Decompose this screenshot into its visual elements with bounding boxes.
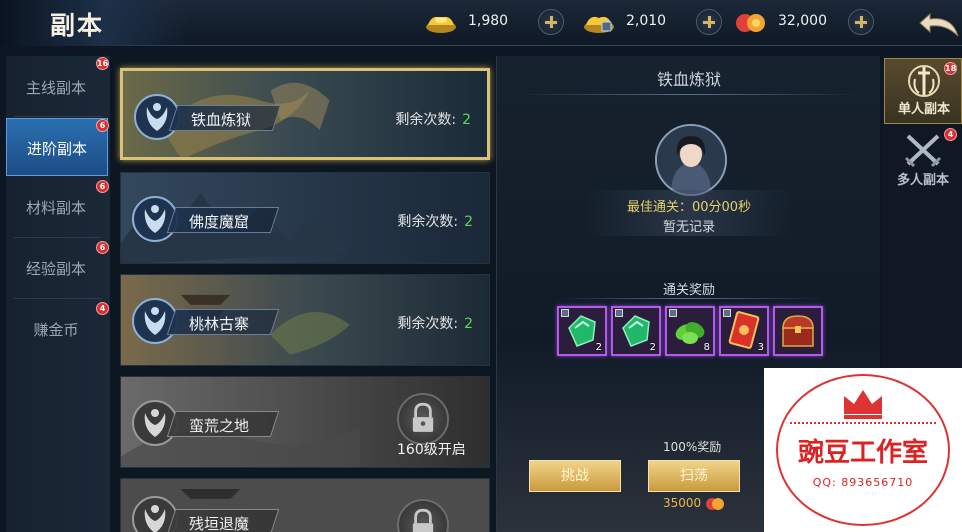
- dungeon-name: 佛度魔窟: [189, 213, 250, 231]
- tab-label: 多人副本: [896, 173, 949, 188]
- remaining-attempts: 剩余次数: 2: [395, 109, 471, 129]
- dungeon-card-locked[interactable]: 残垣退魔: [120, 478, 490, 532]
- remaining-label: 剩余次数:: [395, 112, 457, 128]
- reward-count: 3: [757, 342, 764, 353]
- nav-badge: 6: [96, 180, 109, 193]
- dungeon-card[interactable]: 铁血炼狱 剩余次数: 2: [120, 68, 490, 160]
- nav-label: 主线副本: [25, 79, 86, 97]
- reward-item-slot[interactable]: [773, 306, 823, 356]
- remaining-count: 2: [462, 112, 471, 128]
- bonus-text: 100%奖励: [663, 440, 722, 454]
- nav-label: 赚金币: [33, 321, 79, 339]
- bound-tag-icon: [723, 309, 731, 317]
- reward-item-slot[interactable]: 2: [557, 306, 607, 356]
- remaining-label: 剩余次数:: [397, 214, 459, 230]
- reward-title: 通关奖励: [662, 283, 715, 298]
- nav-divider: [14, 298, 102, 299]
- currency-coins: 32,000: [734, 6, 882, 38]
- coin-bag-icon: [736, 14, 765, 32]
- dungeon-name: 桃林古寨: [189, 315, 250, 333]
- page-title: 副本: [50, 11, 105, 40]
- currency-bound-gold: 2,010: [582, 6, 734, 38]
- dungeon-card[interactable]: 桃林古寨 剩余次数: 2: [120, 274, 490, 366]
- reward-item-slot[interactable]: 8: [665, 306, 715, 356]
- reward-item-slot[interactable]: 2: [611, 306, 661, 356]
- sweep-cost-value: 35000: [663, 496, 702, 510]
- treasure-chest-icon: [782, 315, 814, 347]
- nav-label: 进阶副本: [26, 140, 87, 158]
- nav-earn-gold[interactable]: 赚金币: [6, 300, 108, 358]
- bound-gold-value: 2,010: [626, 13, 667, 29]
- dungeon-name: 蛮荒之地: [189, 417, 250, 435]
- character-portrait-icon: [657, 126, 725, 194]
- reward-count: 2: [649, 342, 656, 353]
- nav-divider: [14, 237, 102, 238]
- crown-icon: [844, 390, 882, 419]
- currency-gold: 1,980: [424, 6, 576, 38]
- lock-icon: [397, 393, 449, 445]
- sweep-cost: 35000: [663, 496, 725, 511]
- top-bar: 副本 1,980 2,010 32,000: [0, 0, 962, 46]
- sweep-button[interactable]: 扫荡: [648, 460, 740, 492]
- add-gold-button[interactable]: [538, 9, 564, 35]
- dungeon-list: 铁血炼狱 剩余次数: 2 佛度魔窟 剩余次数: 2 桃林古寨 剩余次数: 2 蛮…: [112, 56, 494, 532]
- nav-divider: [14, 116, 102, 117]
- detail-title: 铁血炼狱: [656, 70, 721, 89]
- remaining-attempts: 剩余次数: 2: [397, 313, 473, 333]
- reward-count: 8: [703, 342, 710, 353]
- add-bound-gold-button[interactable]: [696, 9, 722, 35]
- stamp-dotted-line: [790, 422, 936, 425]
- nav-label: 经验副本: [25, 260, 86, 278]
- nav-material-dungeon[interactable]: 材料副本: [6, 178, 108, 236]
- nav-advanced-dungeon[interactable]: 进阶副本: [6, 118, 108, 176]
- reward-item-slot[interactable]: 3: [719, 306, 769, 356]
- bound-tag-icon: [669, 309, 677, 317]
- dungeon-name: 残垣退魔: [189, 515, 250, 532]
- best-clear-time: 最佳通关：00分00秒: [626, 200, 752, 215]
- tab-badge: 18: [944, 62, 957, 75]
- remaining-attempts: 剩余次数: 2: [397, 211, 473, 231]
- remaining-count: 2: [464, 316, 473, 332]
- coins-value: 32,000: [778, 13, 827, 29]
- nav-main-dungeon[interactable]: 主线副本: [6, 58, 108, 116]
- watermark-stamp: 豌豆工作室 QQ: 893656710: [764, 368, 962, 532]
- nav-badge: 6: [96, 119, 109, 132]
- nav-label: 材料副本: [25, 199, 86, 217]
- reward-count: 2: [595, 342, 602, 353]
- remaining-label: 剩余次数:: [397, 316, 459, 332]
- watermark-text: 豌豆工作室: [797, 438, 928, 468]
- title-divider: [517, 94, 861, 95]
- nav-badge: 4: [96, 302, 109, 315]
- dungeon-card[interactable]: 佛度魔窟 剩余次数: 2: [120, 172, 490, 264]
- category-sidebar: 主线副本 进阶副本 材料副本 经验副本 赚金币: [6, 56, 110, 532]
- best-player-avatar: [655, 124, 727, 196]
- challenge-button[interactable]: 挑战: [529, 460, 621, 492]
- coin-bag-icon: [706, 497, 725, 510]
- unlock-requirement: 160级开启: [397, 442, 466, 458]
- watermark-qq: QQ: 893656710: [812, 476, 914, 489]
- bound-tag-icon: [615, 309, 623, 317]
- tab-label: 单人副本: [897, 102, 950, 117]
- gold-value: 1,980: [468, 13, 509, 29]
- reward-divider: [557, 298, 821, 299]
- dungeon-name: 铁血炼狱: [191, 111, 252, 129]
- nav-badge: 6: [96, 241, 109, 254]
- back-arrow-icon[interactable]: [916, 4, 962, 42]
- nav-exp-dungeon[interactable]: 经验副本: [6, 239, 108, 297]
- bound-ingot-icon: [584, 16, 614, 33]
- tab-badge: 4: [944, 128, 957, 141]
- gold-ingot-icon: [426, 16, 456, 33]
- remaining-count: 2: [464, 214, 473, 230]
- add-coins-button[interactable]: [848, 9, 874, 35]
- dungeon-card-locked[interactable]: 蛮荒之地 160级开启: [120, 376, 490, 468]
- no-record-text: 暂无记录: [662, 220, 715, 235]
- nav-badge: 16: [96, 57, 109, 70]
- bound-tag-icon: [561, 309, 569, 317]
